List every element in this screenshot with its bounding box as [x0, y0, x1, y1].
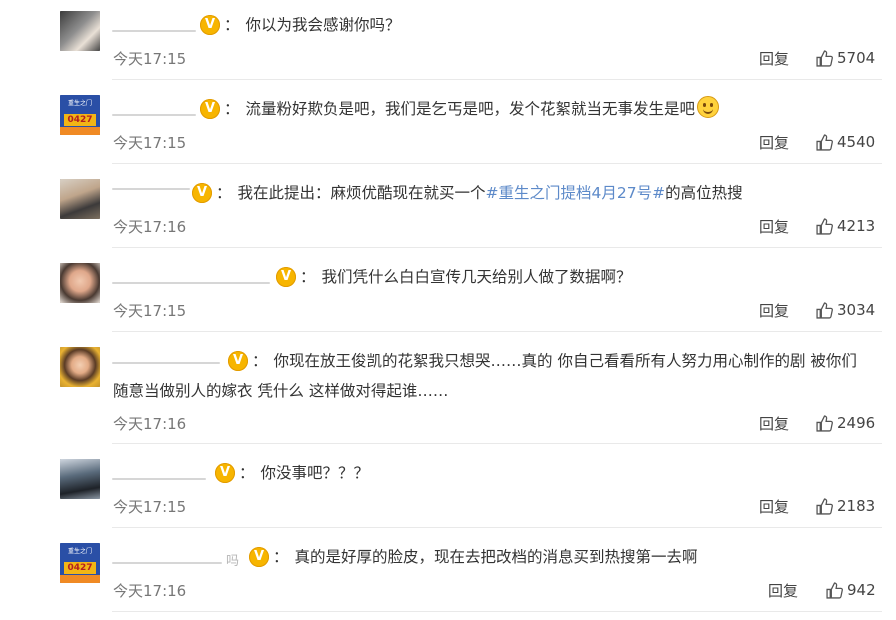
comment-time: 今天17:15 — [113, 498, 187, 516]
comment-text: ： 我们凭什么白白宣传几天给别人做了数据啊？ — [300, 264, 632, 290]
thumbs-up-icon — [816, 497, 833, 515]
username[interactable] — [112, 30, 196, 32]
reply-button[interactable]: 回复 — [759, 48, 789, 69]
like-count: 2183 — [837, 497, 876, 515]
comment-item: V ： 我在此提出：麻烦优酷现在就买一个#重生之门提档4月27号#的高位热搜 今天… — [0, 164, 896, 248]
like-count: 942 — [847, 581, 876, 599]
comment-time: 今天17:16 — [113, 218, 187, 236]
username[interactable] — [112, 114, 196, 116]
user-avatar[interactable] — [60, 179, 100, 219]
avatar-caption: 重生之门 — [67, 100, 92, 107]
verified-badge-icon: V — [249, 547, 269, 567]
like-button[interactable]: 3034 — [816, 301, 875, 319]
username[interactable] — [112, 282, 270, 284]
separator: ： — [273, 548, 289, 566]
like-button[interactable]: 4213 — [816, 217, 875, 235]
like-button[interactable]: 2496 — [816, 414, 875, 432]
separator: ： — [239, 464, 255, 482]
like-count: 3034 — [837, 301, 876, 319]
username[interactable] — [112, 362, 220, 364]
user-avatar[interactable]: 重生之门 0427 — [60, 543, 100, 583]
comment-text: ： 真的是好厚的脸皮，现在去把改档的消息买到热搜第一去啊 — [273, 544, 698, 570]
topic-link[interactable]: #重生之门提档4月27号# — [486, 184, 666, 202]
comment-content: 我在此提出：麻烦优酷现在就买一个 — [237, 184, 486, 202]
comment-item: V ： 我们凭什么白白宣传几天给别人做了数据啊？ 今天17:15 回复 3034 — [0, 248, 896, 332]
like-count: 2496 — [837, 414, 876, 432]
divider — [112, 611, 882, 612]
separator: ： — [224, 100, 240, 118]
like-button[interactable]: 2183 — [816, 497, 875, 515]
user-avatar[interactable] — [60, 263, 100, 303]
verified-badge-icon: V — [276, 267, 296, 287]
username-suffix: 吗 — [226, 554, 240, 569]
thumbs-up-icon — [816, 414, 833, 432]
comment-content: 流量粉好欺负是吧，我们是乞丐是吧，发个花絮就当无事发生是吧 — [245, 100, 696, 118]
thumbs-up-icon — [816, 217, 833, 235]
comment-content: 你以为我会感谢你吗？ — [245, 16, 401, 34]
verified-badge-icon: V — [200, 99, 220, 119]
reply-button[interactable]: 回复 — [759, 132, 789, 153]
reply-button[interactable]: 回复 — [759, 216, 789, 237]
comment-item: 重生之门 0427 吗 V ： 真的是好厚的脸皮，现在去把改档的消息买到热搜第一去… — [0, 528, 896, 612]
user-avatar[interactable] — [60, 11, 100, 51]
username[interactable] — [112, 562, 222, 564]
reply-button[interactable]: 回复 — [759, 300, 789, 321]
user-avatar[interactable]: 重生之门 0427 — [60, 95, 100, 135]
comment-text: ： 你没事吧？？？ — [239, 460, 369, 486]
comment-text: ： 你以为我会感谢你吗？ — [224, 12, 401, 38]
separator: ： — [224, 16, 240, 34]
smile-emoji-icon — [697, 96, 720, 118]
like-count: 5704 — [837, 49, 876, 67]
user-avatar[interactable] — [60, 459, 100, 499]
comment-item: V ： 你没事吧？？？ 今天17:15 回复 2183 — [0, 444, 896, 528]
like-count: 4540 — [837, 133, 876, 151]
comment-text: ： 你现在放王俊凯的花絮我只想哭……真的 你自己看看所有人努力用心制作的剧 被你们 — [252, 348, 857, 374]
verified-badge-icon: V — [228, 351, 248, 371]
comment-time: 今天17:15 — [113, 134, 187, 152]
comment-item: 重生之门 0427 V ： 流量粉好欺负是吧，我们是乞丐是吧，发个花絮就当无事发生… — [0, 80, 896, 164]
comment-text: ： 我在此提出：麻烦优酷现在就买一个#重生之门提档4月27号#的高位热搜 — [216, 180, 743, 206]
comment-time: 今天17:16 — [113, 415, 187, 433]
separator: ： — [252, 352, 268, 370]
comment-content: 你没事吧？？？ — [260, 464, 370, 482]
like-button[interactable]: 942 — [826, 581, 876, 599]
comment-time: 今天17:15 — [113, 50, 187, 68]
comment-content: 我们凭什么白白宣传几天给别人做了数据啊？ — [321, 268, 632, 286]
separator: ： — [216, 184, 232, 202]
comment-time: 今天17:16 — [113, 582, 187, 600]
verified-badge-icon: V — [192, 183, 212, 203]
username[interactable] — [112, 188, 190, 190]
comment-content-end: 的高位热搜 — [665, 184, 743, 202]
thumbs-up-icon — [816, 301, 833, 319]
thumbs-up-icon — [816, 133, 833, 151]
user-avatar[interactable] — [60, 347, 100, 387]
comment-item: V ： 你以为我会感谢你吗？ 今天17:15 回复 5704 — [0, 0, 896, 80]
verified-badge-icon: V — [200, 15, 220, 35]
verified-badge-icon: V — [215, 463, 235, 483]
comment-content: 真的是好厚的脸皮，现在去把改档的消息买到热搜第一去啊 — [294, 548, 698, 566]
avatar-caption: 重生之门 — [67, 548, 92, 555]
avatar-number: 0427 — [64, 562, 96, 574]
comment-content: 你现在放王俊凯的花絮我只想哭……真的 你自己看看所有人努力用心制作的剧 被你们 — [273, 352, 857, 370]
like-button[interactable]: 4540 — [816, 133, 875, 151]
thumbs-up-icon — [826, 581, 843, 599]
like-button[interactable]: 5704 — [816, 49, 875, 67]
like-count: 4213 — [837, 217, 876, 235]
comment-text-continued: 随意当做别人的嫁衣 凭什么 这样做对得起谁…… — [113, 382, 449, 400]
reply-button[interactable]: 回复 — [759, 496, 789, 517]
separator: ： — [300, 268, 316, 286]
reply-button[interactable]: 回复 — [759, 413, 789, 434]
comment-time: 今天17:15 — [113, 302, 187, 320]
comment-text: ： 流量粉好欺负是吧，我们是乞丐是吧，发个花絮就当无事发生是吧 — [224, 96, 720, 122]
comment-item: V ： 你现在放王俊凯的花絮我只想哭……真的 你自己看看所有人努力用心制作的剧 被… — [0, 332, 896, 444]
reply-button[interactable]: 回复 — [768, 580, 798, 601]
avatar-number: 0427 — [64, 114, 96, 126]
thumbs-up-icon — [816, 49, 833, 67]
username[interactable] — [112, 478, 206, 480]
